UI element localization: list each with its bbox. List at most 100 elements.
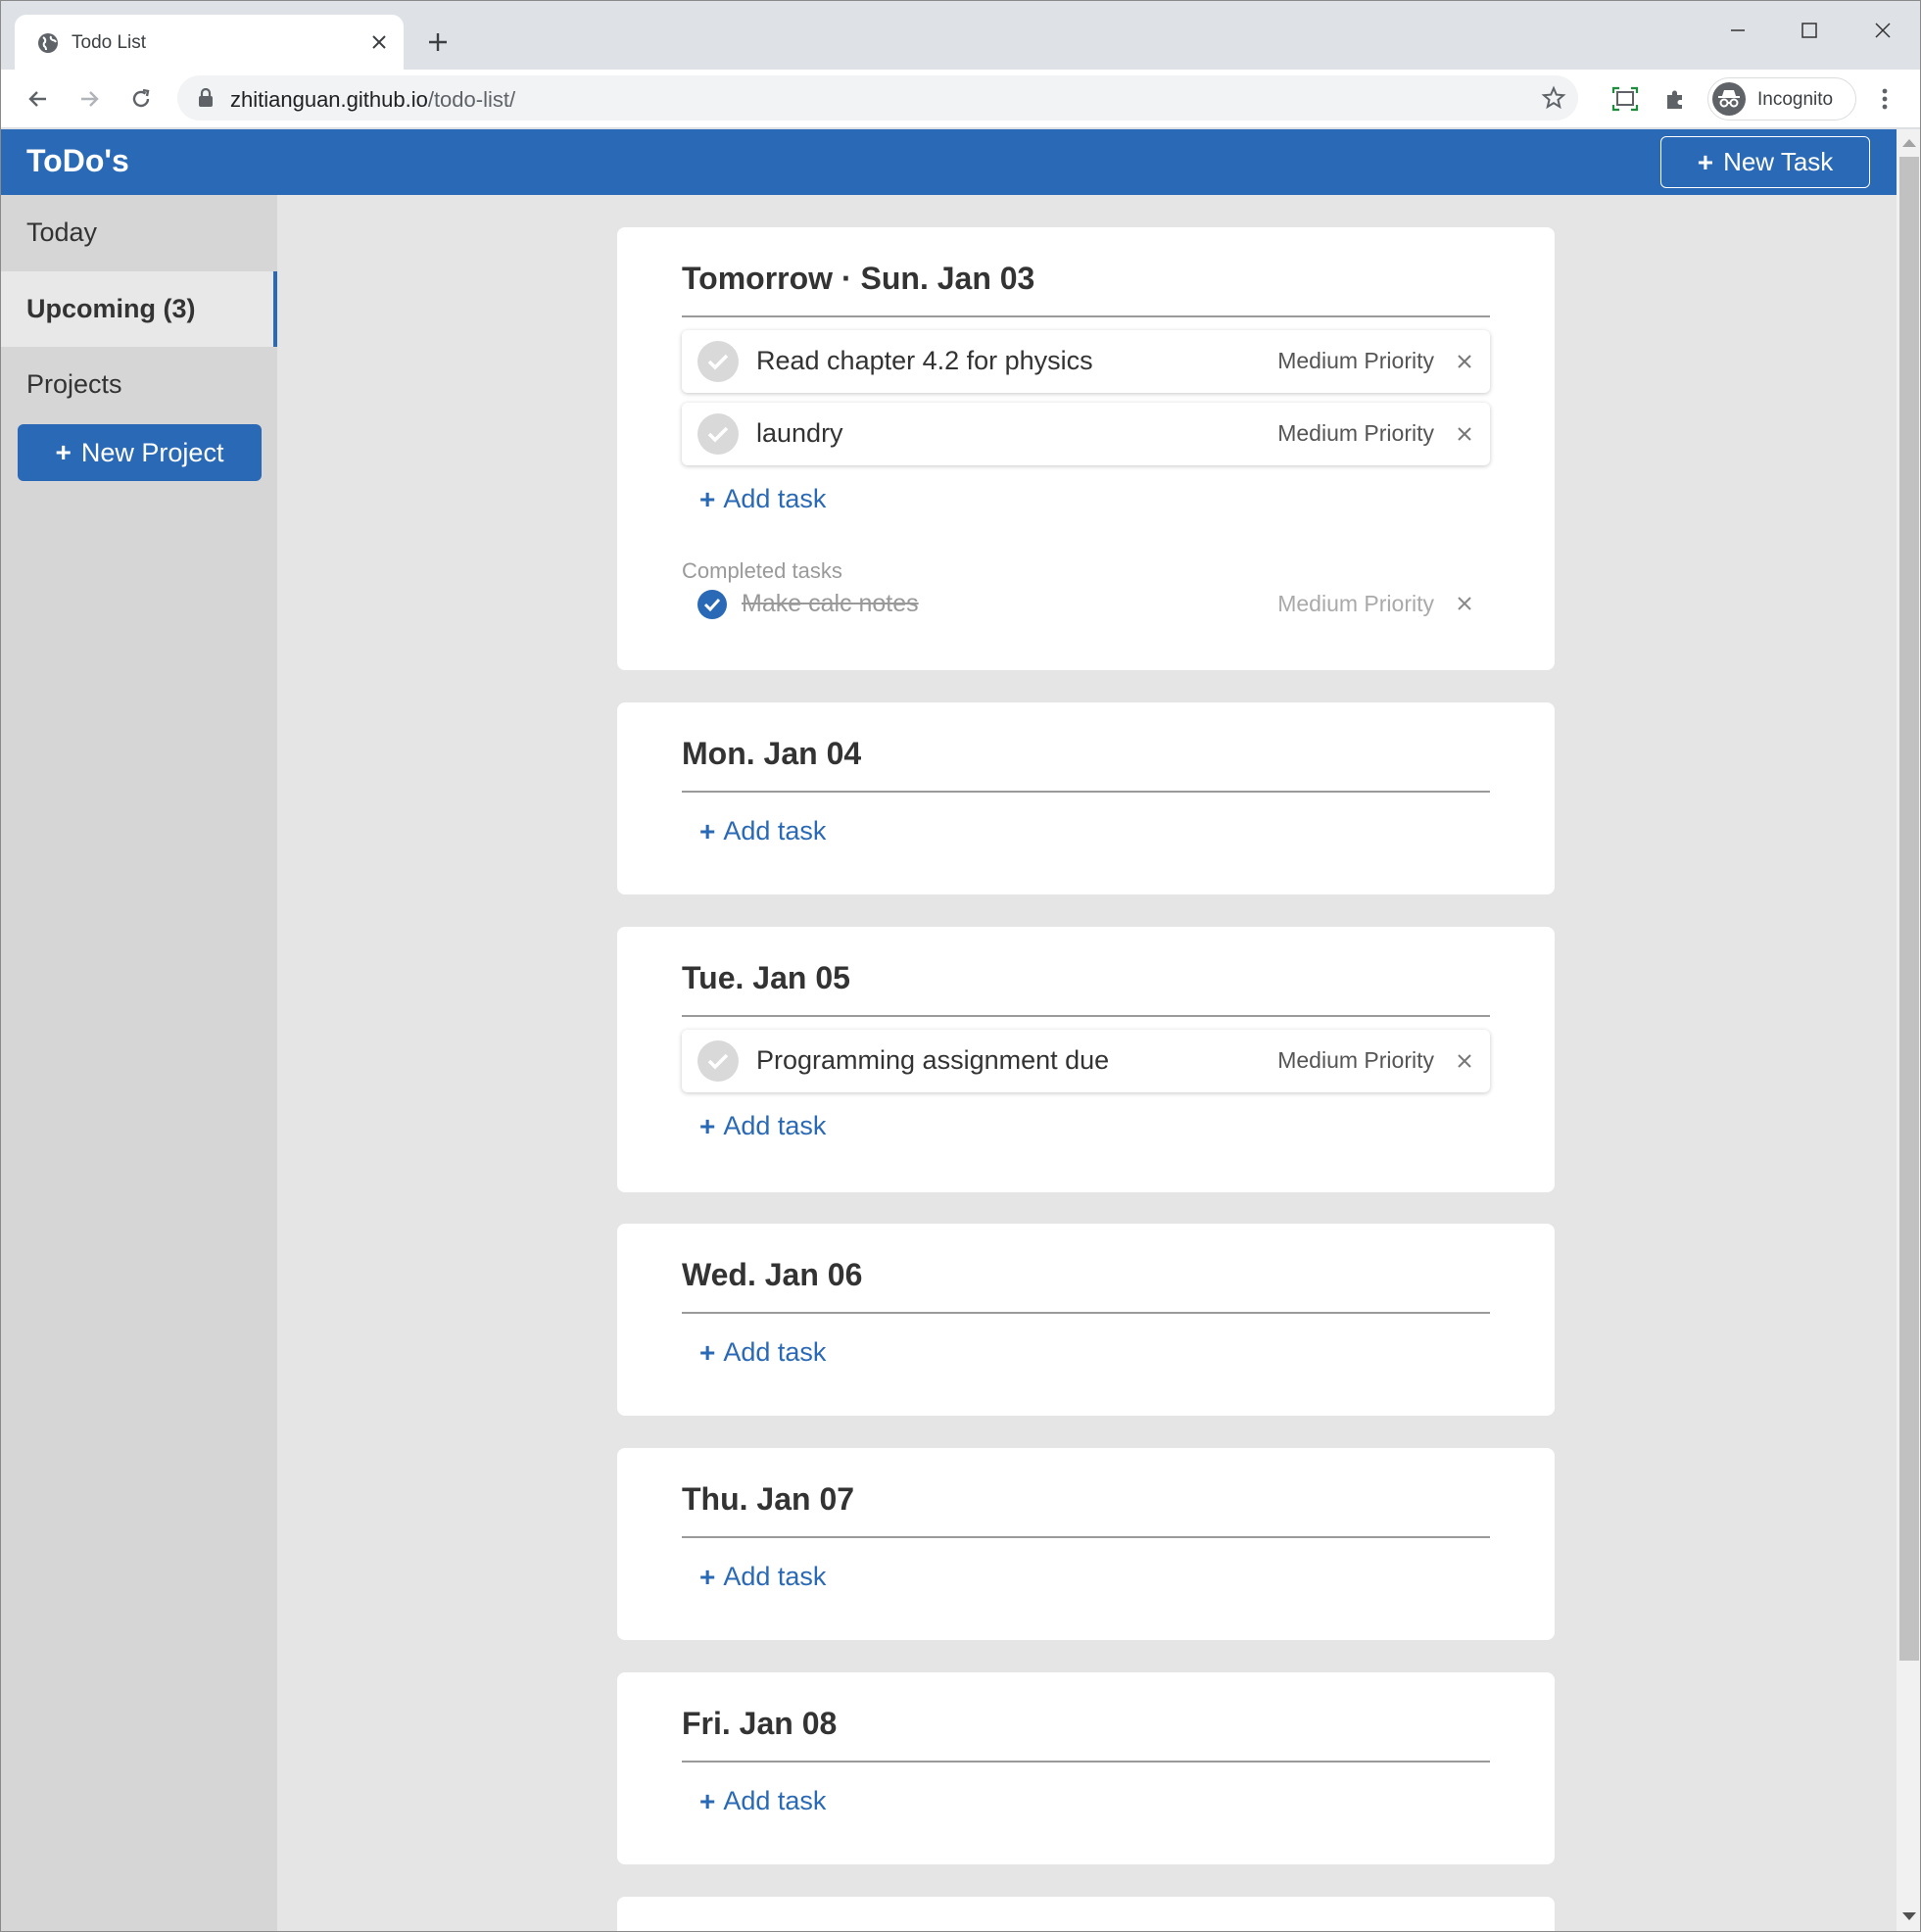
divider	[682, 1312, 1490, 1314]
window-close-icon[interactable]	[1855, 11, 1910, 50]
completed-task-text: Make calc notes	[742, 590, 919, 617]
day-card: Wed. Jan 06 + Add task	[617, 1224, 1555, 1416]
day-title: Wed. Jan 06	[682, 1257, 863, 1292]
extensions-puzzle-icon[interactable]	[1657, 81, 1693, 117]
plus-icon: +	[699, 815, 716, 846]
add-task-label: Add task	[723, 816, 827, 845]
bookmark-star-icon[interactable]	[1541, 85, 1566, 111]
day-card: Tue. Jan 05 Programming assignment due M…	[617, 927, 1555, 1192]
checked-icon[interactable]	[697, 590, 727, 619]
day-title: Thu. Jan 07	[682, 1481, 855, 1517]
screen-capture-icon[interactable]	[1608, 81, 1643, 117]
sidebar-item-today[interactable]: Today	[1, 195, 277, 270]
day-card: Tomorrow · Sun. Jan 03 Read chapter 4.2 …	[617, 227, 1555, 670]
tab-title: Todo List	[72, 32, 147, 53]
task-item[interactable]: Programming assignment due Medium Priori…	[682, 1030, 1490, 1092]
url-text: zhitianguan.github.io/todo-list/	[230, 87, 516, 112]
scroll-up-arrow-icon[interactable]	[1902, 139, 1916, 147]
task-priority: Medium Priority	[1277, 348, 1434, 373]
sidebar-item-projects[interactable]: Projects	[1, 347, 277, 422]
sidebar: Today Upcoming (3) Projects + New Projec…	[1, 195, 277, 1931]
add-task-label: Add task	[723, 1111, 827, 1140]
add-task-link[interactable]: + Add task	[699, 1562, 826, 1592]
task-priority: Medium Priority	[1277, 420, 1434, 446]
plus-icon: +	[699, 483, 716, 514]
back-arrow-icon[interactable]	[21, 81, 56, 117]
globe-icon	[38, 33, 58, 53]
delete-task-icon[interactable]	[1453, 422, 1476, 446]
scrollbar-thumb[interactable]	[1899, 157, 1919, 1661]
new-task-label: New Task	[1723, 147, 1834, 176]
add-task-link[interactable]: + Add task	[699, 484, 826, 514]
app-header: ToDo's + New Task	[1, 129, 1897, 195]
day-title: Fri. Jan 08	[682, 1706, 838, 1741]
day-card: Thu. Jan 07 + Add task	[617, 1448, 1555, 1640]
divider	[682, 315, 1490, 317]
divider	[682, 1015, 1490, 1017]
incognito-icon	[1712, 82, 1746, 116]
add-task-label: Add task	[723, 484, 827, 513]
day-title: Tue. Jan 05	[682, 960, 850, 995]
lock-icon	[199, 88, 213, 107]
app-title: ToDo's	[26, 143, 129, 178]
close-tab-icon[interactable]	[365, 28, 393, 56]
day-card: Fri. Jan 08 + Add task	[617, 1672, 1555, 1864]
task-item[interactable]: Read chapter 4.2 for physics Medium Prio…	[682, 330, 1490, 393]
sidebar-item-label: Today	[26, 217, 98, 247]
delete-task-icon[interactable]	[1453, 350, 1476, 373]
check-icon[interactable]	[697, 341, 739, 382]
divider	[682, 1536, 1490, 1538]
day-card: Mon. Jan 04 + Add task	[617, 702, 1555, 894]
tab-strip: Todo List	[1, 1, 1920, 71]
completed-tasks-heading: Completed tasks	[682, 558, 842, 583]
sidebar-item-label: Projects	[26, 369, 122, 399]
new-project-button[interactable]: + New Project	[18, 424, 262, 481]
address-bar[interactable]: zhitianguan.github.io/todo-list/	[177, 75, 1578, 121]
day-title: Mon. Jan 04	[682, 736, 862, 771]
add-task-link[interactable]: + Add task	[699, 1786, 826, 1816]
plus-icon: +	[699, 1561, 716, 1592]
check-icon[interactable]	[697, 1040, 739, 1082]
check-icon[interactable]	[697, 413, 739, 455]
task-text: laundry	[756, 418, 843, 448]
day-title: Tomorrow · Sun. Jan 03	[682, 261, 1035, 296]
browser-toolbar: zhitianguan.github.io/todo-list/ Incogni…	[1, 70, 1920, 128]
forward-arrow-icon[interactable]	[72, 81, 107, 117]
scroll-down-arrow-icon[interactable]	[1902, 1912, 1916, 1920]
new-project-label: New Project	[80, 437, 224, 467]
new-task-button[interactable]: + New Task	[1660, 136, 1870, 188]
task-item[interactable]: laundry Medium Priority	[682, 403, 1490, 465]
browser-window: Todo List zhitianguan.github.io/todo-lis…	[0, 0, 1921, 1932]
page-scrollbar[interactable]	[1897, 129, 1920, 1931]
sidebar-item-upcoming[interactable]: Upcoming (3)	[1, 271, 277, 347]
task-priority: Medium Priority	[1277, 1047, 1434, 1073]
delete-task-icon[interactable]	[1453, 1049, 1476, 1073]
add-task-link[interactable]: + Add task	[699, 1337, 826, 1368]
minimize-icon[interactable]	[1710, 11, 1765, 50]
add-task-label: Add task	[723, 1562, 827, 1591]
divider	[682, 1761, 1490, 1763]
page-viewport: ToDo's + New Task Today Upcoming (3) Pro…	[1, 129, 1897, 1931]
add-task-label: Add task	[723, 1786, 827, 1815]
browser-tab[interactable]: Todo List	[15, 15, 404, 71]
task-text: Read chapter 4.2 for physics	[756, 346, 1093, 375]
completed-task-item[interactable]: Make calc notes Medium Priority	[682, 582, 1490, 625]
maximize-icon[interactable]	[1782, 11, 1837, 50]
add-task-link[interactable]: + Add task	[699, 1111, 826, 1141]
sidebar-item-label: Upcoming (3)	[26, 294, 196, 323]
plus-icon: +	[699, 1785, 716, 1816]
new-tab-icon[interactable]	[422, 26, 454, 58]
add-task-link[interactable]: + Add task	[699, 816, 826, 846]
reload-icon[interactable]	[123, 81, 159, 117]
task-text: Programming assignment due	[756, 1045, 1110, 1075]
delete-task-icon[interactable]	[1453, 592, 1476, 615]
plus-icon: +	[55, 437, 72, 467]
plus-icon: +	[699, 1110, 716, 1141]
day-card	[617, 1897, 1555, 1931]
add-task-label: Add task	[723, 1337, 827, 1367]
incognito-label: Incognito	[1757, 89, 1834, 110]
plus-icon: +	[1697, 146, 1714, 177]
task-priority: Medium Priority	[1277, 591, 1434, 616]
incognito-profile-button[interactable]: Incognito	[1707, 77, 1856, 121]
browser-menu-icon[interactable]	[1867, 81, 1902, 117]
